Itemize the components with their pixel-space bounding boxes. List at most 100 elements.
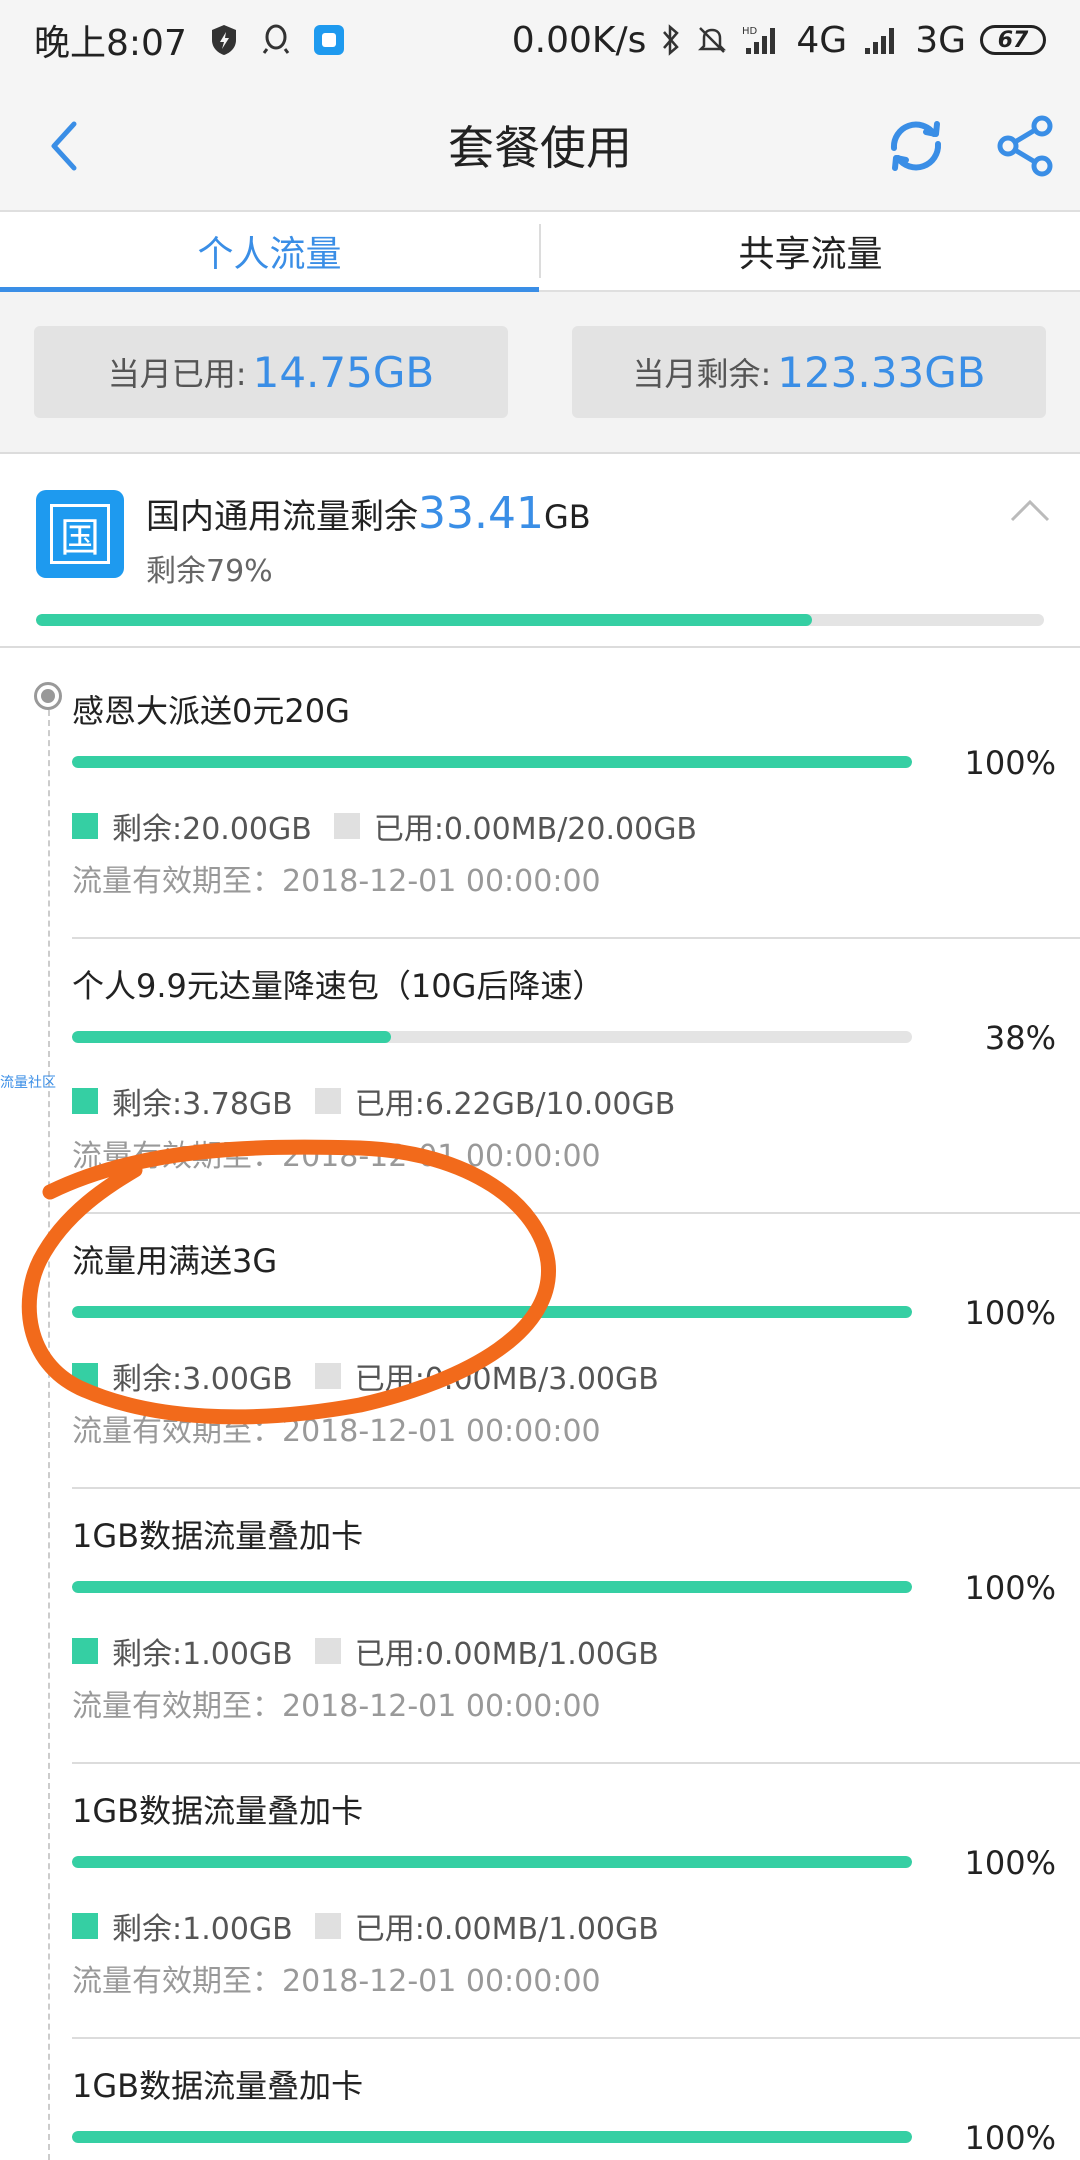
package-expiry: 流量有效期至：2018-12-01 00:00:00 [72,1414,601,1449]
timeline-line [48,700,50,2160]
package-name: 1GB数据流量叠加卡 [72,1517,364,1555]
package-progress-fill [72,756,912,768]
battery-icon: 67 [980,25,1046,55]
side-watermark: 流量社区 [0,1075,56,1091]
network-speed: 0.00K/s [511,19,647,61]
svg-text:HD: HD [742,26,758,37]
shield-icon [209,23,239,57]
domestic-progress-bar [36,614,1044,626]
package-name: 个人9.9元达量降速包（10G后降速） [72,967,605,1005]
package-progress-fill [72,1856,912,1868]
package-expiry: 流量有效期至：2018-12-01 00:00:00 [72,1689,601,1724]
package-item: 感恩大派送0元20G 100% 剩余:20.00GB 已用:0.00MB/20.… [72,664,1080,939]
usage-summary: 当月已用: 14.75GB 当月剩余: 123.33GB [0,292,1080,454]
package-used: 已用:6.22GB/10.00GB [354,1087,676,1122]
page-title: 套餐使用 [448,121,632,175]
package-item: 流量用满送3G 100% 剩余:3.00GB 已用:0.00MB/3.00GB … [72,1214,1080,1489]
qq-icon [261,23,291,57]
package-remaining: 剩余:1.00GB [112,1912,293,1947]
package-stats: 剩余:1.00GB 已用:0.00MB/1.00GB [72,1629,659,1673]
month-remaining-value: 123.33GB [777,347,986,397]
tab-bar: 个人流量 共享流量 [0,210,1080,292]
remaining-legend-square [72,1913,98,1939]
signal-type-1: 4G [796,19,848,61]
bluetooth-icon [660,23,682,57]
hd-signal-icon: HD [742,24,782,56]
remaining-legend-square [72,1363,98,1389]
package-percent: 100% [964,2119,1056,2157]
package-progress-bar [72,1856,912,1868]
remaining-legend-square [72,813,98,839]
header: 套餐使用 [0,80,1080,210]
domestic-title: 国内通用流量剩余 33.41 GB [146,488,591,539]
used-legend-square [314,1638,341,1664]
package-stats: 剩余:20.00GB 已用:0.00MB/20.00GB [72,804,697,848]
package-remaining: 剩余:3.00GB [112,1362,293,1397]
domestic-traffic-card[interactable]: 国 国内通用流量剩余 33.41 GB 剩余79% [0,454,1080,648]
package-progress-bar [72,2131,912,2143]
refresh-icon[interactable] [880,110,952,182]
package-remaining: 剩余:20.00GB [112,812,312,847]
month-used-box: 当月已用: 14.75GB [34,326,508,418]
package-stats: 剩余:3.78GB 已用:6.22GB/10.00GB [72,1079,675,1123]
app-icon [313,24,345,56]
month-remaining-box: 当月剩余: 123.33GB [572,326,1046,418]
package-used: 已用:0.00MB/1.00GB [354,1637,659,1672]
package-remaining: 剩余:1.00GB [112,1637,293,1672]
package-name: 1GB数据流量叠加卡 [72,2067,364,2105]
package-item: 1GB数据流量叠加卡 100% 剩余:1.00GB 已用:0.00MB/1.00… [72,1764,1080,2039]
signal-icon [861,24,901,56]
signal-type-2: 3G [915,19,966,61]
package-item: 1GB数据流量叠加卡 100% [72,2039,1080,2160]
package-progress-bar [72,1581,912,1593]
used-legend-square [314,1088,341,1114]
package-expiry: 流量有效期至：2018-12-01 00:00:00 [72,1964,601,1999]
package-progress-bar [72,1306,912,1318]
used-legend-square [314,1363,341,1389]
package-percent: 100% [964,744,1056,782]
domestic-progress-fill [36,614,813,626]
package-used: 已用:0.00MB/20.00GB [373,812,698,847]
tab-shared-traffic[interactable]: 共享流量 [541,212,1080,290]
remaining-legend-square [72,1088,98,1114]
month-used-label: 当月已用: [107,355,247,393]
domestic-amount: 33.41 [418,488,544,539]
month-remaining-label: 当月剩余: [632,355,772,393]
domestic-unit: GB [543,498,591,536]
domestic-icon: 国 [36,490,124,578]
package-stats: 剩余:1.00GB 已用:0.00MB/1.00GB [72,1904,659,1948]
share-icon[interactable] [990,110,1062,182]
package-percent: 38% [984,1019,1056,1057]
used-legend-square [333,813,360,839]
package-progress-fill [72,1306,912,1318]
back-icon[interactable] [38,116,98,176]
used-legend-square [314,1913,341,1939]
remaining-legend-square [72,1638,98,1664]
tab-personal-traffic[interactable]: 个人流量 [0,212,539,292]
package-remaining: 剩余:3.78GB [112,1087,293,1122]
package-name: 感恩大派送0元20G [72,692,350,730]
package-used: 已用:0.00MB/1.00GB [354,1912,659,1947]
package-name: 1GB数据流量叠加卡 [72,1792,364,1830]
package-stats: 剩余:3.00GB 已用:0.00MB/3.00GB [72,1354,659,1398]
package-progress-fill [72,1031,392,1043]
collapse-chevron-icon[interactable] [1010,498,1050,524]
package-item: 1GB数据流量叠加卡 100% 剩余:1.00GB 已用:0.00MB/1.00… [72,1489,1080,1764]
mute-bell-icon [696,24,728,56]
package-percent: 100% [964,1294,1056,1332]
package-name: 流量用满送3G [72,1242,278,1280]
package-progress-fill [72,1581,912,1593]
status-bar: 晚上8:07 0.00K/s HD 4G 3G 67 [0,0,1080,80]
package-progress-fill [72,2131,912,2143]
package-expiry: 流量有效期至：2018-12-01 00:00:00 [72,1139,601,1174]
package-used: 已用:0.00MB/3.00GB [354,1362,659,1397]
package-percent: 100% [964,1844,1056,1882]
package-progress-bar [72,756,912,768]
package-item: 个人9.9元达量降速包（10G后降速） 38% 剩余:3.78GB 已用:6.2… [72,939,1080,1214]
month-used-value: 14.75GB [252,347,435,397]
package-expiry: 流量有效期至：2018-12-01 00:00:00 [72,864,601,899]
status-time: 晚上8:07 [34,23,187,64]
package-percent: 100% [964,1569,1056,1607]
package-progress-bar [72,1031,912,1043]
domestic-remaining-percent: 剩余79% [146,554,273,589]
